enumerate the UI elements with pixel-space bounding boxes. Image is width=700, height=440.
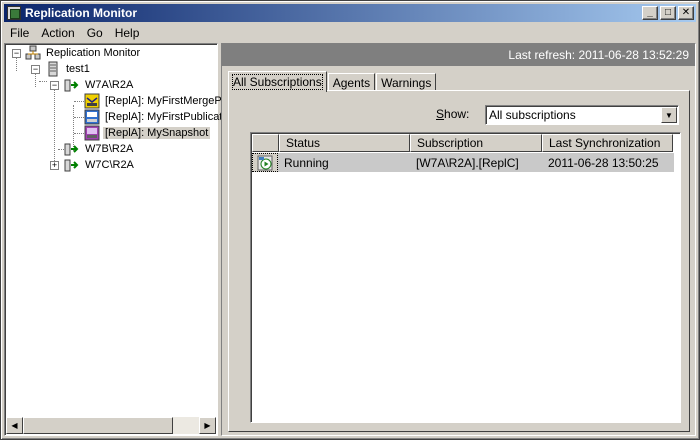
replication-monitor-icon bbox=[25, 45, 41, 60]
column-header-icon[interactable] bbox=[252, 134, 279, 152]
tree-item-publication[interactable]: [ReplA]: MySnapshot bbox=[84, 125, 211, 141]
cell-status: Running bbox=[284, 155, 329, 170]
application-window: Replication Monitor _ □ ✕ File Action Go… bbox=[0, 0, 700, 440]
tree-line bbox=[16, 57, 17, 71]
navigation-tree[interactable]: − Replication Monitor − test1 − W7A\R2A … bbox=[4, 43, 222, 436]
menu-file[interactable]: File bbox=[4, 26, 35, 40]
tree-item-publisher[interactable]: W7A\R2A bbox=[64, 77, 135, 93]
transactional-publication-icon bbox=[84, 109, 100, 125]
tree-line bbox=[74, 117, 84, 118]
column-header-subscription[interactable]: Subscription bbox=[410, 134, 542, 152]
tree-item-root[interactable]: Replication Monitor bbox=[25, 45, 142, 61]
menu-help[interactable]: Help bbox=[109, 26, 146, 40]
publisher-icon bbox=[64, 159, 79, 172]
tree-collapse-server[interactable]: − bbox=[31, 65, 40, 74]
server-icon bbox=[48, 61, 58, 77]
chevron-down-icon: ▼ bbox=[665, 110, 673, 120]
tree-line bbox=[39, 81, 47, 82]
last-refresh-bar: Last refresh: 2011-06-28 13:52:29 bbox=[222, 44, 695, 66]
cell-subscription: [W7A\R2A].[ReplC] bbox=[416, 155, 519, 170]
tree-collapse-root[interactable]: − bbox=[12, 49, 21, 58]
tree-line bbox=[74, 101, 84, 102]
merge-publication-icon bbox=[84, 93, 100, 109]
tree-item-server-label: test1 bbox=[66, 63, 90, 75]
minimize-button[interactable]: _ bbox=[642, 6, 658, 20]
table-row[interactable]: Running [W7A\R2A].[ReplC] 2011-06-28 13:… bbox=[252, 153, 674, 172]
menu-action[interactable]: Action bbox=[35, 26, 80, 40]
window-title: Replication Monitor bbox=[25, 6, 137, 20]
tree-item-publication[interactable]: [ReplA]: MyFirstPublicat bbox=[84, 109, 224, 125]
snapshot-publication-icon bbox=[84, 125, 100, 141]
close-button[interactable]: ✕ bbox=[678, 6, 694, 20]
scroll-left-button[interactable]: ◀ bbox=[6, 417, 23, 434]
tree-collapse-publisher[interactable]: − bbox=[50, 81, 59, 90]
publisher-icon bbox=[64, 79, 79, 92]
show-filter-label: Show: bbox=[436, 107, 470, 121]
subscription-status-icon-cell bbox=[252, 153, 278, 172]
tree-item-publisher-label: W7B\R2A bbox=[85, 143, 134, 155]
menu-go[interactable]: Go bbox=[81, 26, 109, 40]
tree-item-publisher[interactable]: W7C\R2A bbox=[64, 157, 136, 173]
tree-item-publication[interactable]: [ReplA]: MyFirstMergeP bbox=[84, 93, 224, 109]
dropdown-button[interactable]: ▼ bbox=[661, 107, 677, 123]
maximize-icon: □ bbox=[664, 7, 672, 18]
publisher-icon bbox=[64, 143, 79, 156]
tree-line bbox=[35, 73, 36, 87]
scroll-thumb[interactable] bbox=[23, 417, 173, 434]
tree-item-server[interactable]: test1 bbox=[45, 61, 92, 77]
show-filter-dropdown[interactable]: All subscriptions ▼ bbox=[485, 105, 679, 125]
tab-content: Show: All subscriptions ▼ Status Subscri… bbox=[228, 90, 690, 432]
tree-item-publisher-label: W7C\R2A bbox=[85, 159, 134, 171]
menu-bar: File Action Go Help bbox=[4, 23, 696, 42]
details-panel: Last refresh: 2011-06-28 13:52:29 All Su… bbox=[221, 43, 696, 436]
scroll-right-arrow-icon: ▶ bbox=[204, 421, 211, 430]
subscriptions-grid[interactable]: Status Subscription Last Synchronization… bbox=[250, 132, 681, 423]
column-header-last-synchronization[interactable]: Last Synchronization bbox=[542, 134, 673, 152]
tree-item-publisher-label: W7A\R2A bbox=[85, 79, 134, 91]
maximize-button[interactable]: □ bbox=[660, 6, 676, 20]
replication-monitor-app-icon[interactable] bbox=[7, 6, 21, 20]
title-bar[interactable]: Replication Monitor _ □ ✕ bbox=[4, 4, 696, 22]
tree-item-publication-label: [ReplA]: MyFirstPublicat bbox=[105, 111, 223, 123]
scroll-right-button[interactable]: ▶ bbox=[199, 417, 216, 434]
tree-line bbox=[54, 89, 55, 165]
tree-horizontal-scrollbar[interactable]: ◀ ▶ bbox=[6, 417, 216, 434]
tree-item-publication-label: [ReplA]: MySnapshot bbox=[103, 127, 211, 139]
grid-header: Status Subscription Last Synchronization bbox=[252, 134, 673, 152]
show-filter-value: All subscriptions bbox=[489, 108, 576, 122]
tab-strip: All Subscriptions Agents Warnings bbox=[228, 71, 437, 92]
tree-expand-publisher[interactable]: + bbox=[50, 161, 59, 170]
tab-all-subscriptions[interactable]: All Subscriptions bbox=[228, 71, 327, 92]
running-status-icon bbox=[257, 155, 273, 170]
minimize-icon: _ bbox=[647, 7, 653, 18]
last-refresh-text: Last refresh: 2011-06-28 13:52:29 bbox=[508, 48, 689, 62]
tree-line bbox=[74, 133, 84, 134]
close-icon: ✕ bbox=[681, 7, 691, 18]
scroll-left-arrow-icon: ◀ bbox=[11, 421, 18, 430]
cell-last-synchronization: 2011-06-28 13:50:25 bbox=[548, 155, 659, 170]
column-header-status[interactable]: Status bbox=[279, 134, 410, 152]
tree-item-publication-label: [ReplA]: MyFirstMergeP bbox=[105, 95, 222, 107]
tree-item-root-label: Replication Monitor bbox=[46, 47, 141, 59]
tree-item-publisher[interactable]: W7B\R2A bbox=[64, 141, 135, 157]
